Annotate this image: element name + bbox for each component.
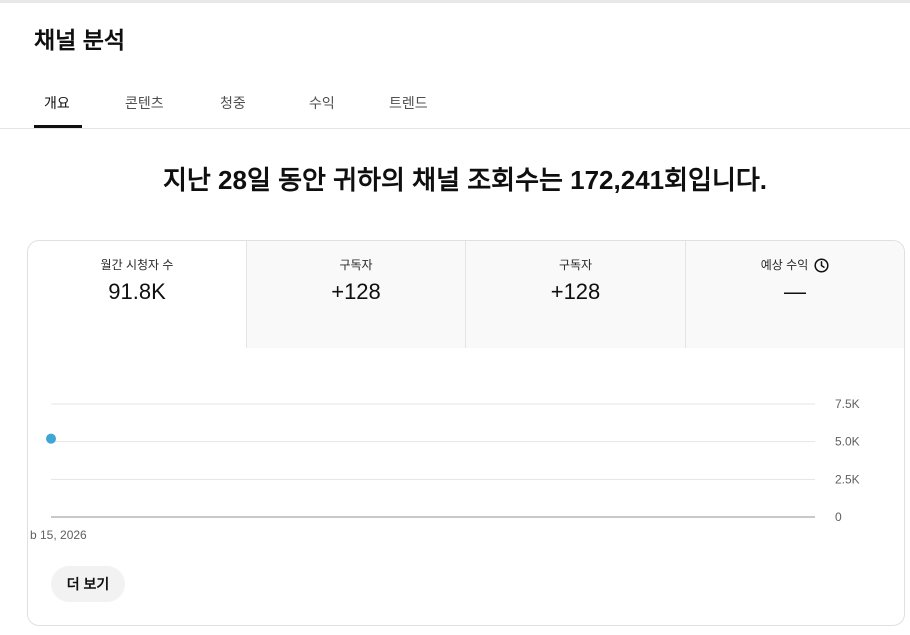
- top-border: [0, 0, 910, 3]
- metric-label: 예상 수익: [686, 257, 904, 273]
- metric-label-text: 예상 수익: [760, 258, 809, 272]
- tab-overview[interactable]: 개요: [44, 93, 70, 113]
- metric-value: +128: [331, 279, 381, 304]
- clock-icon[interactable]: [814, 257, 829, 273]
- tab-trends[interactable]: 트렌드: [389, 93, 428, 113]
- metric-value: +128: [550, 279, 601, 304]
- tab-audience[interactable]: 청중: [220, 93, 246, 113]
- metric-label: 월간 시청자 수: [28, 257, 246, 273]
- metric-card-monthly-viewers[interactable]: 월간 시청자 수 91.8K: [28, 241, 246, 348]
- header-divider: [0, 128, 910, 129]
- see-more-button[interactable]: 더 보기: [51, 566, 125, 602]
- data-point: [46, 433, 56, 444]
- metric-card-subscribers[interactable]: 구독자 +128: [246, 241, 465, 348]
- y-tick-label: 2.5K: [835, 472, 860, 486]
- y-tick-label: 0: [835, 510, 842, 524]
- tab-content[interactable]: 콘텐츠: [125, 93, 164, 113]
- y-tick-label: 7.5K: [835, 397, 860, 411]
- x-tick-label: b 15, 2026: [30, 528, 87, 542]
- views-line-chart: 7.5K 5.0K 2.5K 0 b 15, 2026: [30, 397, 860, 542]
- page-title: 채널 분석: [34, 27, 126, 53]
- metric-label: 구독자: [466, 257, 685, 273]
- metric-card-subscribers-2[interactable]: 구독자 +128: [465, 241, 685, 348]
- metric-label: 구독자: [247, 257, 465, 273]
- y-tick-label: 5.0K: [835, 435, 860, 449]
- metric-label-text: 구독자: [558, 258, 593, 272]
- metric-value: —: [784, 279, 806, 304]
- analytics-card: 월간 시청자 수 91.8K 구독자 +128 구독자 +128 예상 수익 —…: [27, 240, 905, 626]
- metric-label-text: 구독자: [339, 258, 373, 272]
- views-headline: 지난 28일 동안 귀하의 채널 조회수는 172,241회입니다.: [162, 165, 768, 195]
- tab-revenue[interactable]: 수익: [309, 93, 335, 113]
- metric-label-text: 월간 시청자 수: [100, 258, 174, 272]
- metric-card-estimated-revenue[interactable]: 예상 수익 —: [685, 241, 904, 348]
- metric-value: 91.8K: [108, 279, 166, 304]
